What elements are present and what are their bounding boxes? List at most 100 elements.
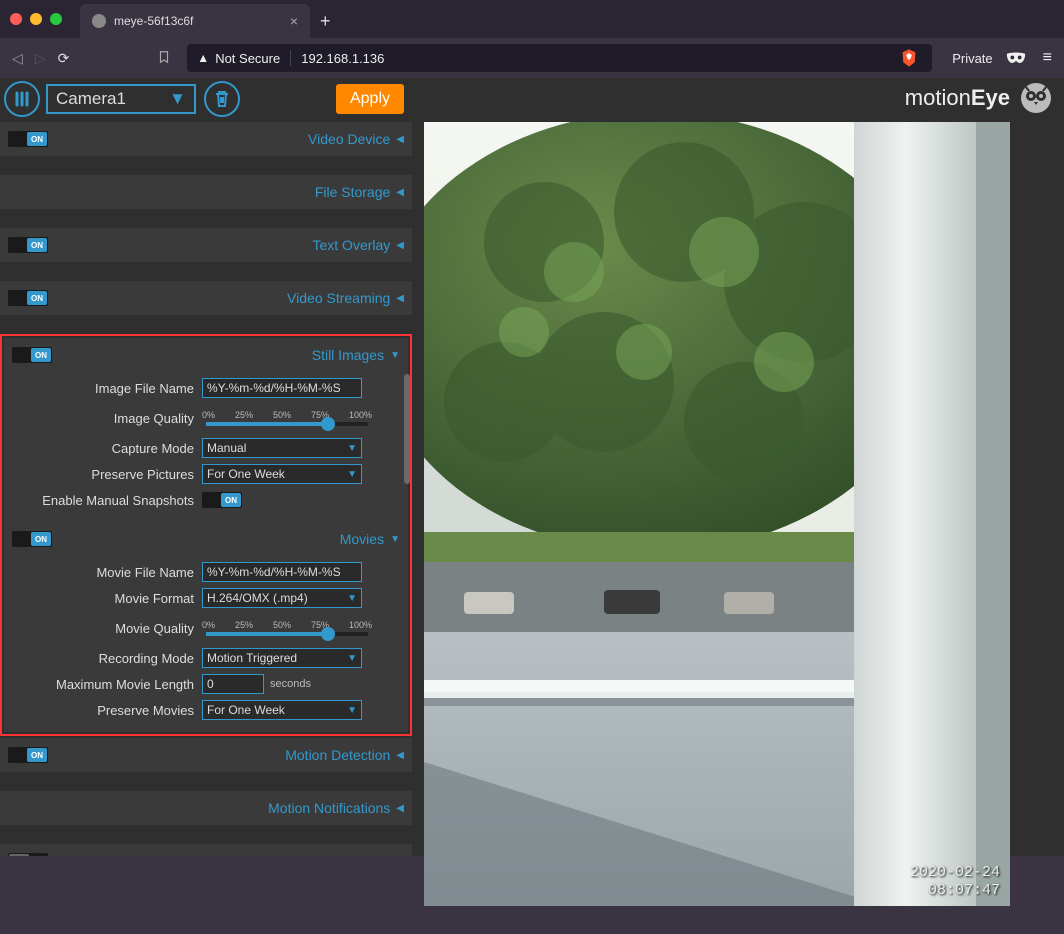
label-preserve-pictures: Preserve Pictures [12, 467, 202, 482]
back-button[interactable]: ◁ [12, 50, 23, 67]
brand-text-b: Eye [971, 85, 1010, 110]
section-video-device: ON Video Device◀ [0, 122, 412, 156]
section-text-overlay: ON Text Overlay◀ [0, 228, 412, 262]
address-bar: ◁ ▷ ⟳ ▲ Not Secure 192.168.1.136 Private… [0, 38, 1064, 78]
select-preserve-movies[interactable]: For One Week ▼ [202, 700, 362, 720]
label-movie-quality: Movie Quality [12, 621, 202, 636]
caret-down-icon: ▼ [390, 350, 400, 361]
toggle-label: ON [27, 132, 47, 146]
section-header-movies[interactable]: ON Movies ▼ [4, 522, 408, 556]
tick: 100% [349, 410, 372, 420]
scrollbar-thumb[interactable] [404, 374, 410, 484]
owl-icon [1020, 82, 1052, 114]
delete-camera-button[interactable] [204, 81, 240, 117]
menu-toggle-button[interactable] [4, 81, 40, 117]
app: Camera1 ▼ Apply motionEye ON Video Devic… [0, 78, 1064, 856]
bookmark-icon[interactable] [157, 50, 171, 67]
favicon [92, 14, 106, 28]
not-secure-label: Not Secure [215, 51, 280, 66]
url-box[interactable]: ▲ Not Secure 192.168.1.136 [187, 44, 932, 72]
toggle-movies[interactable]: ON [12, 531, 52, 547]
private-mask-icon [1005, 52, 1027, 65]
menu-button[interactable]: ≡ [1043, 49, 1052, 67]
section-body-movies: Movie File Name Movie Format H.264/OMX (… [4, 556, 408, 732]
toggle-motion-detection[interactable]: ON [8, 747, 48, 763]
minimize-window-button[interactable] [30, 13, 42, 25]
tick: 50% [273, 410, 291, 420]
toggle-enable-snapshots[interactable]: ON [202, 492, 242, 508]
section-header-motion-detection[interactable]: ON Motion Detection◀ [0, 738, 412, 772]
toggle-video-device[interactable]: ON [8, 131, 48, 147]
section-motion-detection: ON Motion Detection◀ [0, 738, 412, 772]
section-title: Video Streaming [287, 290, 390, 306]
tick: 25% [235, 620, 253, 630]
highlighted-sections: ON Still Images ▼ Image File Name Image Q… [0, 334, 412, 736]
section-title: Motion Detection [285, 747, 390, 763]
video-viewport: 2020-02-24 08:07:47 [412, 78, 1064, 856]
chevron-down-icon: ▼ [347, 705, 357, 716]
select-capture-mode[interactable]: Manual▼ [202, 438, 362, 458]
browser-tab[interactable]: meye-56f13c6f × [80, 4, 310, 38]
close-window-button[interactable] [10, 13, 22, 25]
tick: 0% [202, 620, 215, 630]
select-value: Motion Triggered [207, 651, 297, 665]
brave-shield-icon[interactable] [900, 48, 918, 68]
select-preserve-pictures[interactable]: For One Week▼ [202, 464, 362, 484]
camera-select[interactable]: Camera1 ▼ [46, 84, 196, 114]
forward-button[interactable]: ▷ [35, 50, 46, 67]
label-enable-snapshots: Enable Manual Snapshots [12, 493, 202, 508]
toggle-label: ON [31, 348, 51, 362]
slider-image-quality[interactable]: 0% 25% 50% 75% 100% [202, 410, 372, 426]
label-capture-mode: Capture Mode [12, 441, 202, 456]
new-tab-button[interactable]: + [320, 11, 331, 32]
settings-scrollbar[interactable] [404, 204, 412, 934]
section-movies: ON Movies ▼ Movie File Name Movie Format … [4, 522, 408, 732]
tick: 100% [349, 620, 372, 630]
label-seconds: seconds [270, 678, 311, 690]
section-header-working-schedule[interactable]: OFF Working Schedule◀ [0, 844, 412, 856]
security-badge[interactable]: ▲ Not Secure [197, 51, 280, 66]
camera-feed[interactable]: 2020-02-24 08:07:47 [424, 122, 1010, 906]
camera-select-value: Camera1 [56, 89, 126, 109]
section-header-video-streaming[interactable]: ON Video Streaming ◀ [0, 281, 412, 315]
slider-movie-quality[interactable]: 0% 25% 50% 75% 100% [202, 620, 372, 636]
toggle-still-images[interactable]: ON [12, 347, 52, 363]
caret-down-icon: ▼ [390, 534, 400, 545]
window-controls[interactable] [10, 13, 62, 25]
section-video-streaming: ON Video Streaming ◀ [0, 281, 412, 315]
select-movie-format[interactable]: H.264/OMX (.mp4)▼ [202, 588, 362, 608]
section-file-storage: File Storage◀ [0, 175, 412, 209]
select-value: Manual [207, 441, 246, 455]
reload-button[interactable]: ⟳ [58, 50, 70, 67]
tab-close-icon[interactable]: × [290, 13, 298, 29]
section-header-video-device[interactable]: ON Video Device◀ [0, 122, 412, 156]
section-header-file-storage[interactable]: File Storage◀ [0, 175, 412, 209]
label-image-file-name: Image File Name [12, 381, 202, 396]
url-text: 192.168.1.136 [301, 51, 384, 66]
section-title: Movies [340, 531, 384, 547]
section-header-still-images[interactable]: ON Still Images ▼ [4, 338, 408, 372]
input-max-movie-length[interactable] [202, 674, 264, 694]
input-image-file-name[interactable] [202, 378, 362, 398]
section-header-text-overlay[interactable]: ON Text Overlay◀ [0, 228, 412, 262]
chevron-down-icon: ▼ [169, 89, 186, 109]
section-title: Text Overlay [312, 237, 390, 253]
section-header-motion-notifications[interactable]: Motion Notifications◀ [0, 791, 412, 825]
toggle-text-overlay[interactable]: ON [8, 237, 48, 253]
brand-text-a: motion [905, 85, 971, 110]
warning-icon: ▲ [197, 51, 209, 65]
maximize-window-button[interactable] [50, 13, 62, 25]
apply-button[interactable]: Apply [336, 84, 404, 114]
select-recording-mode[interactable]: Motion Triggered▼ [202, 648, 362, 668]
toggle-video-streaming[interactable]: ON [8, 290, 48, 306]
select-value: H.264/OMX (.mp4) [207, 591, 308, 605]
select-value: For One Week [207, 703, 285, 717]
section-title: Still Images [312, 347, 384, 363]
label-recording-mode: Recording Mode [12, 651, 202, 666]
tick: 50% [273, 620, 291, 630]
section-working-schedule: OFF Working Schedule◀ [0, 844, 412, 856]
input-movie-file-name[interactable] [202, 562, 362, 582]
label-image-quality: Image Quality [12, 411, 202, 426]
caret-left-icon: ◀ [396, 293, 404, 304]
toggle-label: ON [27, 748, 47, 762]
